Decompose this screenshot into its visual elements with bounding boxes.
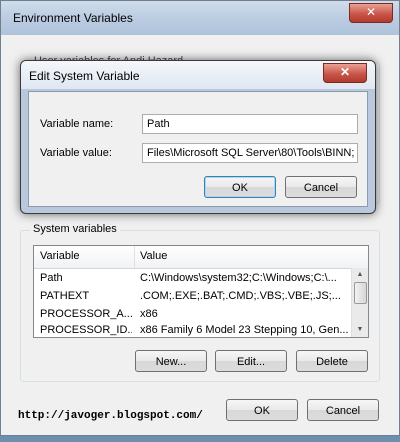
edit-system-variable-dialog: Edit System Variable ✕ Variable name: Pa… xyxy=(20,60,376,214)
close-icon: ✕ xyxy=(339,65,351,79)
table-row[interactable]: PROCESSOR_ID... x86 Family 6 Model 23 St… xyxy=(34,322,352,337)
table-row[interactable]: Path C:\Windows\system32;C:\Windows;C:\.… xyxy=(34,270,352,288)
row-variable-name: PROCESSOR_ID... xyxy=(40,324,132,336)
table-row[interactable]: PATHEXT .COM;.EXE;.BAT;.CMD;.VBS;.VBE;.J… xyxy=(34,288,352,306)
variable-name-label: Variable name: xyxy=(40,118,114,130)
delete-button[interactable]: Delete xyxy=(296,350,368,372)
row-variable-value: C:\Windows\system32;C:\Windows;C:\... xyxy=(140,272,337,284)
env-window-title: Environment Variables xyxy=(13,11,133,25)
list-scrollbar[interactable]: ▲ ▼ xyxy=(351,268,368,337)
row-variable-name: PATHEXT xyxy=(40,290,90,302)
row-variable-name: Path xyxy=(40,272,63,284)
env-close-button[interactable]: ✕ xyxy=(349,3,393,23)
env-ok-button[interactable]: OK xyxy=(226,399,298,421)
dialog-body: Variable name: Path Variable value: File… xyxy=(28,91,368,207)
list-header: Variable Value xyxy=(34,246,368,269)
column-divider[interactable] xyxy=(134,246,135,268)
row-variable-value: x86 xyxy=(140,308,158,320)
scroll-up-arrow-icon[interactable]: ▲ xyxy=(352,268,368,282)
variable-value-label: Variable value: xyxy=(40,147,112,159)
row-variable-value: x86 Family 6 Model 23 Stepping 10, Gen..… xyxy=(140,324,349,336)
row-variable-value: .COM;.EXE;.BAT;.CMD;.VBS;.VBE;.JS;... xyxy=(140,290,341,302)
dialog-title-bar[interactable]: Edit System Variable ✕ xyxy=(21,61,375,89)
column-header-value[interactable]: Value xyxy=(140,250,167,262)
watermark-url: http://javoger.blogspot.com/ xyxy=(18,410,203,422)
env-cancel-button[interactable]: Cancel xyxy=(307,399,379,421)
dialog-ok-button[interactable]: OK xyxy=(204,176,276,198)
dialog-close-button[interactable]: ✕ xyxy=(323,63,367,83)
dialog-title: Edit System Variable xyxy=(29,69,140,83)
row-variable-name: PROCESSOR_A... xyxy=(40,308,132,320)
new-button[interactable]: New... xyxy=(135,350,207,372)
variable-value-field[interactable]: Files\Microsoft SQL Server\80\Tools\BINN… xyxy=(142,143,358,163)
close-icon: ✕ xyxy=(365,5,377,19)
system-variables-legend: System variables xyxy=(30,223,120,235)
variable-name-field[interactable]: Path xyxy=(142,114,358,134)
column-header-variable[interactable]: Variable xyxy=(40,250,80,262)
edit-button[interactable]: Edit... xyxy=(215,350,287,372)
scroll-down-arrow-icon[interactable]: ▼ xyxy=(352,323,368,337)
env-title-bar[interactable]: Environment Variables ✕ xyxy=(1,1,399,35)
dialog-cancel-button[interactable]: Cancel xyxy=(285,176,357,198)
scrollbar-thumb[interactable] xyxy=(354,282,367,304)
system-variables-list[interactable]: Variable Value Path C:\Windows\system32;… xyxy=(33,245,369,338)
